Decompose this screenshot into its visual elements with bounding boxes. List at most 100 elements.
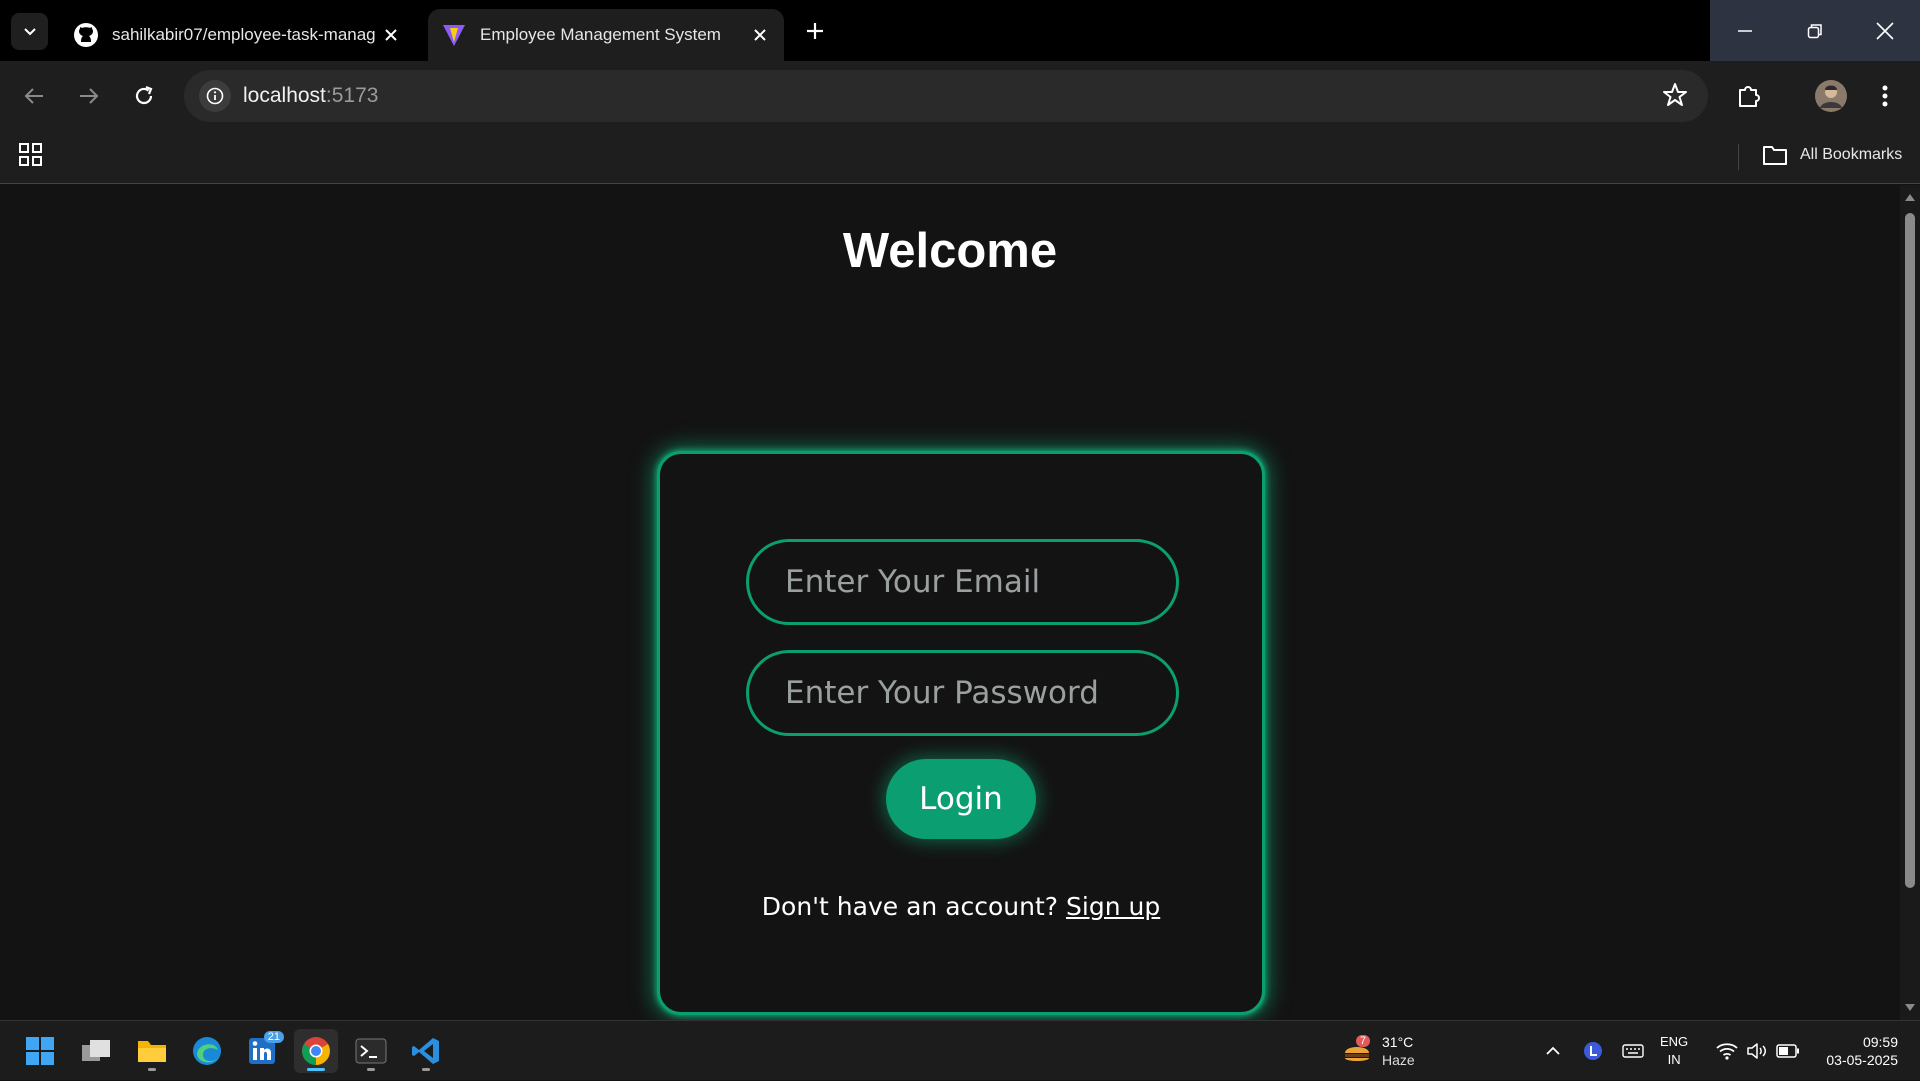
vscode-icon: [412, 1038, 439, 1064]
login-card: Login Don't have an account? Sign up: [657, 451, 1265, 1015]
signup-link[interactable]: Sign up: [1066, 892, 1160, 921]
folder-icon: [1763, 146, 1787, 165]
login-button[interactable]: Login: [886, 759, 1036, 839]
vite-icon: [440, 21, 468, 49]
system-clock[interactable]: 09:59 03-05-2025: [1818, 1033, 1898, 1069]
battery-status[interactable]: [1774, 1021, 1802, 1081]
tab-title: sahilkabir07/employee-task-manager: [112, 25, 375, 44]
tab-employee-management[interactable]: Employee Management System: [428, 9, 784, 61]
apps-grid-icon[interactable]: [18, 142, 44, 173]
edge-icon: [193, 1037, 221, 1065]
running-indicator: [148, 1068, 156, 1071]
running-indicator: [307, 1068, 325, 1071]
start-button[interactable]: [18, 1029, 62, 1073]
linkedin-button[interactable]: 21: [240, 1029, 284, 1073]
reload-icon: [135, 85, 153, 105]
vscode-button[interactable]: [404, 1029, 448, 1073]
chrome-button[interactable]: [294, 1029, 338, 1073]
clock-app-icon: [1584, 1042, 1602, 1060]
close-window-button[interactable]: [1850, 0, 1920, 61]
clock-time: 09:59: [1862, 1034, 1898, 1050]
signup-prompt: Don't have an account?: [761, 892, 1059, 921]
profile-avatar[interactable]: [1812, 77, 1850, 115]
close-icon: [1876, 21, 1894, 40]
forward-button[interactable]: [70, 77, 108, 115]
minimize-icon: [1738, 29, 1752, 32]
tab-github[interactable]: sahilkabir07/employee-task-manager: [60, 9, 415, 61]
all-bookmarks-button[interactable]: All Bookmarks: [1762, 144, 1902, 166]
chrome-icon: [302, 1037, 330, 1065]
scroll-down-icon[interactable]: [1904, 1002, 1916, 1014]
page-title: Welcome: [842, 224, 1058, 278]
terminal-icon: [355, 1038, 387, 1064]
arrow-right-icon: [80, 88, 99, 104]
clock-date: 03-05-2025: [1826, 1052, 1898, 1068]
extensions-button[interactable]: [1730, 77, 1768, 115]
url-host: localhost: [243, 84, 326, 107]
email-field[interactable]: [746, 539, 1179, 625]
bookmarks-divider: [1738, 144, 1739, 170]
weather-condition: Haze: [1382, 1052, 1415, 1068]
all-bookmarks-label: All Bookmarks: [1800, 146, 1903, 163]
window-controls: [1710, 0, 1920, 61]
scroll-thumb[interactable]: [1905, 213, 1915, 888]
windows-icon: [26, 1037, 54, 1065]
close-tab-icon[interactable]: [375, 19, 407, 51]
github-icon: [72, 21, 100, 49]
wifi-icon: [1716, 1043, 1738, 1060]
page-scrollbar[interactable]: [1900, 185, 1920, 1020]
password-field[interactable]: [746, 650, 1179, 736]
keyboard-icon: [1622, 1044, 1644, 1058]
keyboard-tray-button[interactable]: [1620, 1021, 1646, 1081]
weather-widget[interactable]: 7 31°C Haze: [1342, 1029, 1415, 1073]
temperature: 31°C: [1382, 1034, 1414, 1050]
running-indicator: [367, 1068, 375, 1071]
language-indicator[interactable]: ENG IN: [1660, 1033, 1688, 1069]
address-bar[interactable]: localhost :5173: [184, 70, 1708, 122]
show-hidden-icons-button[interactable]: [1540, 1021, 1566, 1081]
weather-badge: 7: [1356, 1035, 1371, 1047]
minimize-button[interactable]: [1710, 0, 1780, 61]
edge-button[interactable]: [185, 1029, 229, 1073]
folder-icon: [138, 1041, 166, 1062]
scroll-up-icon[interactable]: [1904, 191, 1916, 203]
taskbar: 21 7 31°C Haze ENG IN 09:59 03-05-2025: [0, 1020, 1920, 1080]
browser-toolbar: localhost :5173: [0, 61, 1920, 130]
new-tab-button[interactable]: [798, 14, 832, 48]
terminal-button[interactable]: [349, 1029, 393, 1073]
signup-row: Don't have an account? Sign up: [660, 892, 1262, 921]
puzzle-icon: [1739, 86, 1760, 107]
arrow-left-icon: [24, 88, 43, 104]
browser-tab-strip: sahilkabir07/employee-task-manager Emplo…: [0, 0, 1920, 61]
reload-button[interactable]: [125, 77, 163, 115]
avatar-icon: [1815, 80, 1847, 112]
back-button[interactable]: [15, 77, 53, 115]
site-info-icon[interactable]: [199, 80, 231, 112]
page-content: Welcome Login Don't have an account? Sig…: [0, 185, 1900, 1020]
url-port: :5173: [325, 84, 379, 107]
task-view-icon: [82, 1040, 110, 1061]
notification-badge: 21: [263, 1031, 284, 1043]
plus-icon: [807, 23, 823, 39]
restore-icon: [1807, 23, 1822, 38]
close-tab-icon[interactable]: [744, 19, 776, 51]
tab-title: Employee Management System: [480, 25, 721, 44]
tab-search-button[interactable]: [11, 13, 48, 50]
chevron-up-icon: [1546, 1046, 1560, 1055]
tray-app-icon[interactable]: [1580, 1021, 1606, 1081]
chevron-down-icon: [23, 27, 36, 35]
menu-button[interactable]: [1866, 77, 1904, 115]
bookmarks-bar: All Bookmarks: [0, 130, 1920, 184]
wifi-status[interactable]: [1714, 1021, 1740, 1081]
bookmark-star-icon[interactable]: [1662, 82, 1688, 113]
weather-icon: 7: [1342, 1035, 1374, 1067]
region-code: IN: [1667, 1052, 1681, 1067]
language-code: ENG: [1660, 1034, 1689, 1049]
running-indicator: [422, 1068, 430, 1071]
battery-icon: [1776, 1044, 1799, 1058]
file-explorer-button[interactable]: [130, 1029, 174, 1073]
volume-icon: [1747, 1043, 1766, 1059]
volume-status[interactable]: [1744, 1021, 1770, 1081]
task-view-button[interactable]: [74, 1029, 118, 1073]
restore-button[interactable]: [1780, 0, 1850, 61]
